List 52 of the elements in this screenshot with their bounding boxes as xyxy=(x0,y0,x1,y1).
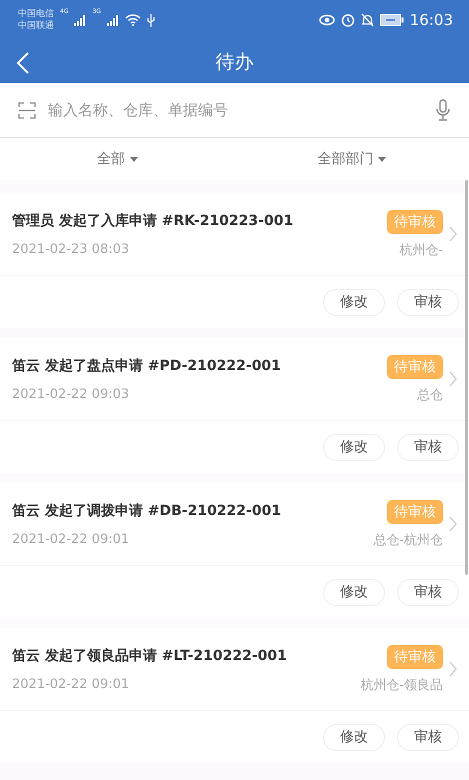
filter-dropdown[interactable]: 全部 xyxy=(0,138,234,180)
task-title: 管理员 发起了入库申请 #RK-210223-001 xyxy=(12,212,294,230)
task-time: 2021-02-23 08:03 xyxy=(12,242,130,256)
bell-off-icon xyxy=(360,13,374,27)
chevron-right-icon[interactable] xyxy=(449,661,457,677)
search-bar[interactable]: 输入名称、仓库、单据编号 xyxy=(0,83,469,138)
task-title: 笛云 发起了领良品申请 #LT-210222-001 xyxy=(12,646,288,664)
filter-dropdown[interactable]: 全部部门 xyxy=(234,138,469,180)
scan-icon[interactable] xyxy=(18,102,36,118)
action-button[interactable]: 审核 xyxy=(397,578,459,606)
task-title: 笛云 发起了盘点申请 #PD-210222-001 xyxy=(12,356,282,374)
status-badge: 待审核 xyxy=(387,210,443,234)
battery-icon xyxy=(380,14,404,26)
caret-icon xyxy=(130,156,138,162)
carrier-name: 中国电信 xyxy=(18,8,54,20)
chevron-right-icon[interactable] xyxy=(449,371,457,387)
task-card[interactable]: 笛云 发起了盘点申请 #PD-210222-001 2021-02-22 09:03 待审核 总仓 修改 审核 xyxy=(0,338,469,473)
wifi-icon xyxy=(124,14,141,26)
action-button[interactable]: 审核 xyxy=(397,288,459,316)
search-field[interactable]: 输入名称、仓库、单据编号 xyxy=(46,100,425,120)
warehouse-label: 总仓-杭州仓 xyxy=(373,532,443,548)
status-badge: 待审核 xyxy=(387,644,443,668)
microphone-icon[interactable] xyxy=(435,99,451,121)
task-time: 2021-02-22 09:01 xyxy=(12,676,130,692)
warehouse-label: 杭州仓-领良品 xyxy=(360,676,443,694)
task-time: 2021-02-22 09:03 xyxy=(12,386,130,402)
task-card[interactable]: 笛云 发起了调拨申请 #DB-210222-001 2021-02-22 09:01 待审核 总仓-杭州仓 修改 审核 xyxy=(0,483,469,618)
clock-time: 16:03 xyxy=(410,11,453,29)
signal-icon xyxy=(74,14,86,26)
action-button[interactable]: 审核 xyxy=(397,434,459,460)
task-title: 笛云 发起了调拨申请 #DB-210222-001 xyxy=(12,502,282,520)
chevron-right-icon[interactable] xyxy=(449,226,457,242)
caret-icon xyxy=(378,156,386,162)
chevron-right-icon[interactable] xyxy=(449,516,457,532)
status-badge: 待审核 xyxy=(387,354,443,378)
task-card[interactable]: 笛云 发起了领良品申请 #LT-210222-001 2021-02-22 09:01 待审核 杭州仓-领良品 修改 审核 xyxy=(0,628,469,763)
carrier-name: 中国联通 xyxy=(18,20,54,32)
action-button[interactable]: 修改 xyxy=(323,578,385,606)
task-time: 2021-02-22 09:01 xyxy=(12,532,130,546)
alarm-icon xyxy=(340,13,355,27)
page-title: 待办 xyxy=(216,50,254,74)
task-card[interactable]: 管理员 发起了入库申请 #RK-210223-001 2021-02-23 08:03 待审核 杭州仓- 修改 审核 xyxy=(0,193,469,328)
eye-icon xyxy=(318,14,335,26)
signal-icon xyxy=(106,14,119,26)
status-badge: 待审核 xyxy=(387,500,443,524)
usb-icon xyxy=(146,14,155,26)
action-button[interactable]: 修改 xyxy=(323,724,385,750)
warehouse-label: 杭州仓- xyxy=(399,242,443,258)
action-button[interactable]: 修改 xyxy=(323,434,385,460)
action-button[interactable]: 审核 xyxy=(397,724,459,750)
warehouse-label: 总仓 xyxy=(417,386,443,404)
action-button[interactable]: 修改 xyxy=(323,288,385,316)
